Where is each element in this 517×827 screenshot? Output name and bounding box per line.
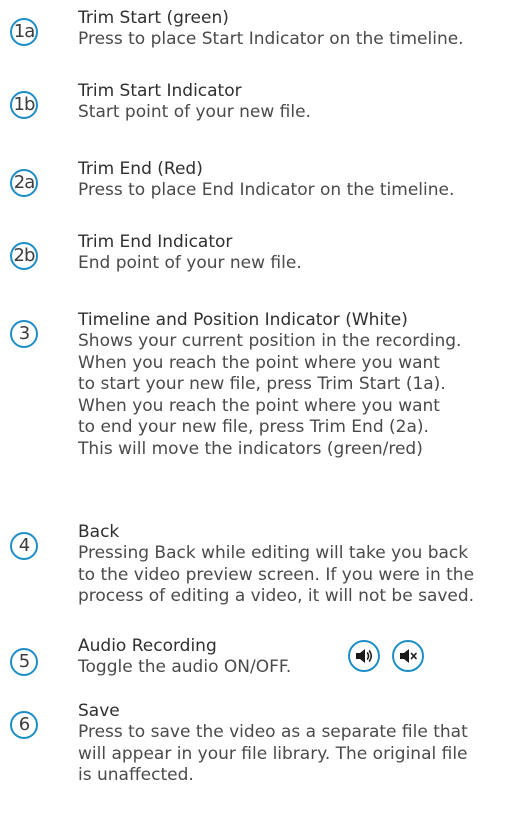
legend-description-line: to the video preview screen. If you were… (78, 564, 475, 585)
legend-title: Trim End (Red) (78, 159, 203, 179)
badge-2a: 2a (10, 169, 38, 197)
badge-2b: 2b (10, 242, 38, 270)
legend-title: Back (78, 522, 120, 542)
legend-description-line: When you reach the point where you want (78, 352, 440, 373)
badge-5: 5 (10, 648, 38, 676)
legend-title: Trim Start (green) (78, 8, 229, 28)
legend-text-1b: Trim Start Indicator Start point of your… (78, 81, 513, 124)
legend-description-line: Shows your current position in the recor… (78, 331, 462, 351)
badge-1a: 1a (10, 18, 38, 46)
legend-text-5: Audio Recording Toggle the audio ON/OFF. (78, 636, 513, 679)
legend-description-line: Press to place Start Indicator on the ti… (78, 29, 464, 49)
legend-text-3: Timeline and Position Indicator (White) … (78, 310, 513, 460)
badge-6: 6 (10, 711, 38, 739)
legend-description-line: to end your new file, press Trim End (2a… (78, 417, 429, 437)
legend-text-2b: Trim End Indicator End point of your new… (78, 232, 513, 275)
legend-description-line: When you reach the point where you want (78, 395, 440, 416)
legend-text-4: Back Pressing Back while editing will ta… (78, 522, 513, 608)
legend-description-line: will appear in your file library. The or… (78, 743, 468, 764)
legend-description-line: process of editing a video, it will not … (78, 586, 475, 606)
badge-3: 3 (10, 320, 38, 348)
legend-description-line: End point of your new file. (78, 253, 302, 273)
legend-title: Trim End Indicator (78, 232, 233, 252)
badge-1b: 1b (10, 91, 38, 119)
legend-description-line: Pressing Back while editing will take yo… (78, 543, 469, 563)
legend-title: Save (78, 701, 120, 721)
legend-text-1a: Trim Start (green) Press to place Start … (78, 8, 513, 51)
legend-description-line: Start point of your new file. (78, 102, 311, 122)
legend-text-6: Save Press to save the video as a separa… (78, 701, 513, 787)
legend-title: Audio Recording (78, 636, 217, 656)
legend-description-line: Press to save the video as a separate fi… (78, 722, 468, 742)
legend-description-line: Toggle the audio ON/OFF. (78, 657, 292, 677)
legend-description-line: is unaffected. (78, 765, 194, 785)
speaker-on-icon (348, 640, 380, 672)
legend-description-line: This will move the indicators (green/red… (78, 438, 423, 459)
audio-icons (348, 640, 424, 672)
legend-text-2a: Trim End (Red) Press to place End Indica… (78, 159, 513, 202)
legend-description-line: Press to place End Indicator on the time… (78, 180, 455, 200)
speaker-muted-icon (392, 640, 424, 672)
legend-title: Timeline and Position Indicator (White) (78, 310, 408, 330)
legend-description-line: to start your new file, press Trim Start… (78, 374, 446, 394)
legend-title: Trim Start Indicator (78, 81, 242, 101)
badge-4: 4 (10, 532, 38, 560)
